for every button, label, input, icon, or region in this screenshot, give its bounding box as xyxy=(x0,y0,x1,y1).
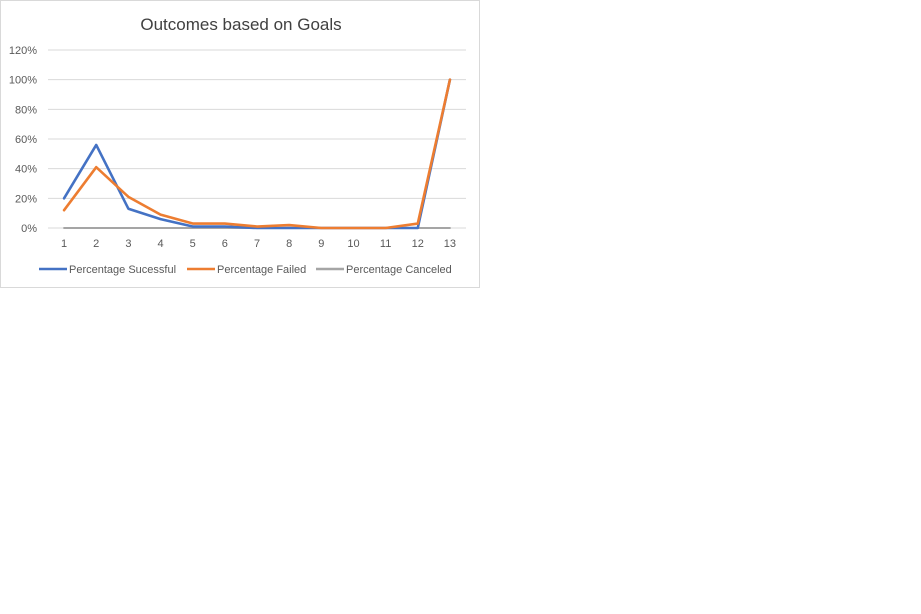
y-axis-tick-labels: 0% 20% 40% 60% 80% 100% 120% xyxy=(9,45,37,235)
x-tick-label: 8 xyxy=(286,238,292,250)
x-tick-label: 6 xyxy=(222,238,228,250)
x-tick-label: 12 xyxy=(412,238,424,250)
x-axis-tick-labels: 1 2 3 4 5 6 7 8 9 10 11 12 13 xyxy=(61,238,456,250)
y-tick-label: 20% xyxy=(15,193,37,205)
legend-label: Percentage Canceled xyxy=(346,264,452,276)
y-tick-label: 0% xyxy=(21,223,37,235)
series-lines xyxy=(62,78,452,230)
y-tick-label: 40% xyxy=(15,164,37,176)
y-tick-label: 120% xyxy=(9,45,37,57)
x-tick-label: 10 xyxy=(347,238,359,250)
x-tick-label: 9 xyxy=(318,238,324,250)
legend-label: Percentage Failed xyxy=(217,264,306,276)
legend: Percentage Sucessful Percentage Failed Per… xyxy=(39,264,452,276)
line-chart: Outcomes based on Goals 0%20%40%60%80%10… xyxy=(9,15,466,276)
y-tick-label: 60% xyxy=(15,134,37,146)
x-tick-label: 13 xyxy=(444,238,456,250)
series-line-percentage-sucessful xyxy=(62,78,452,230)
legend-label: Percentage Sucessful xyxy=(69,264,176,276)
x-tick-label: 5 xyxy=(190,238,196,250)
x-tick-label: 7 xyxy=(254,238,260,250)
x-tick-label: 3 xyxy=(125,238,131,250)
x-tick-label: 1 xyxy=(61,238,67,250)
y-tick-label: 80% xyxy=(15,104,37,116)
series-line-percentage-failed xyxy=(62,78,452,230)
x-tick-label: 4 xyxy=(157,238,163,250)
x-tick-label: 11 xyxy=(380,238,391,250)
gridlines xyxy=(48,49,466,229)
chart-title: Outcomes based on Goals xyxy=(140,15,341,34)
chart-container: Outcomes based on Goals 0% 20% 40% 60% 80% 10… xyxy=(0,0,480,288)
y-tick-label: 100% xyxy=(9,75,37,87)
x-tick-label: 2 xyxy=(93,238,99,250)
